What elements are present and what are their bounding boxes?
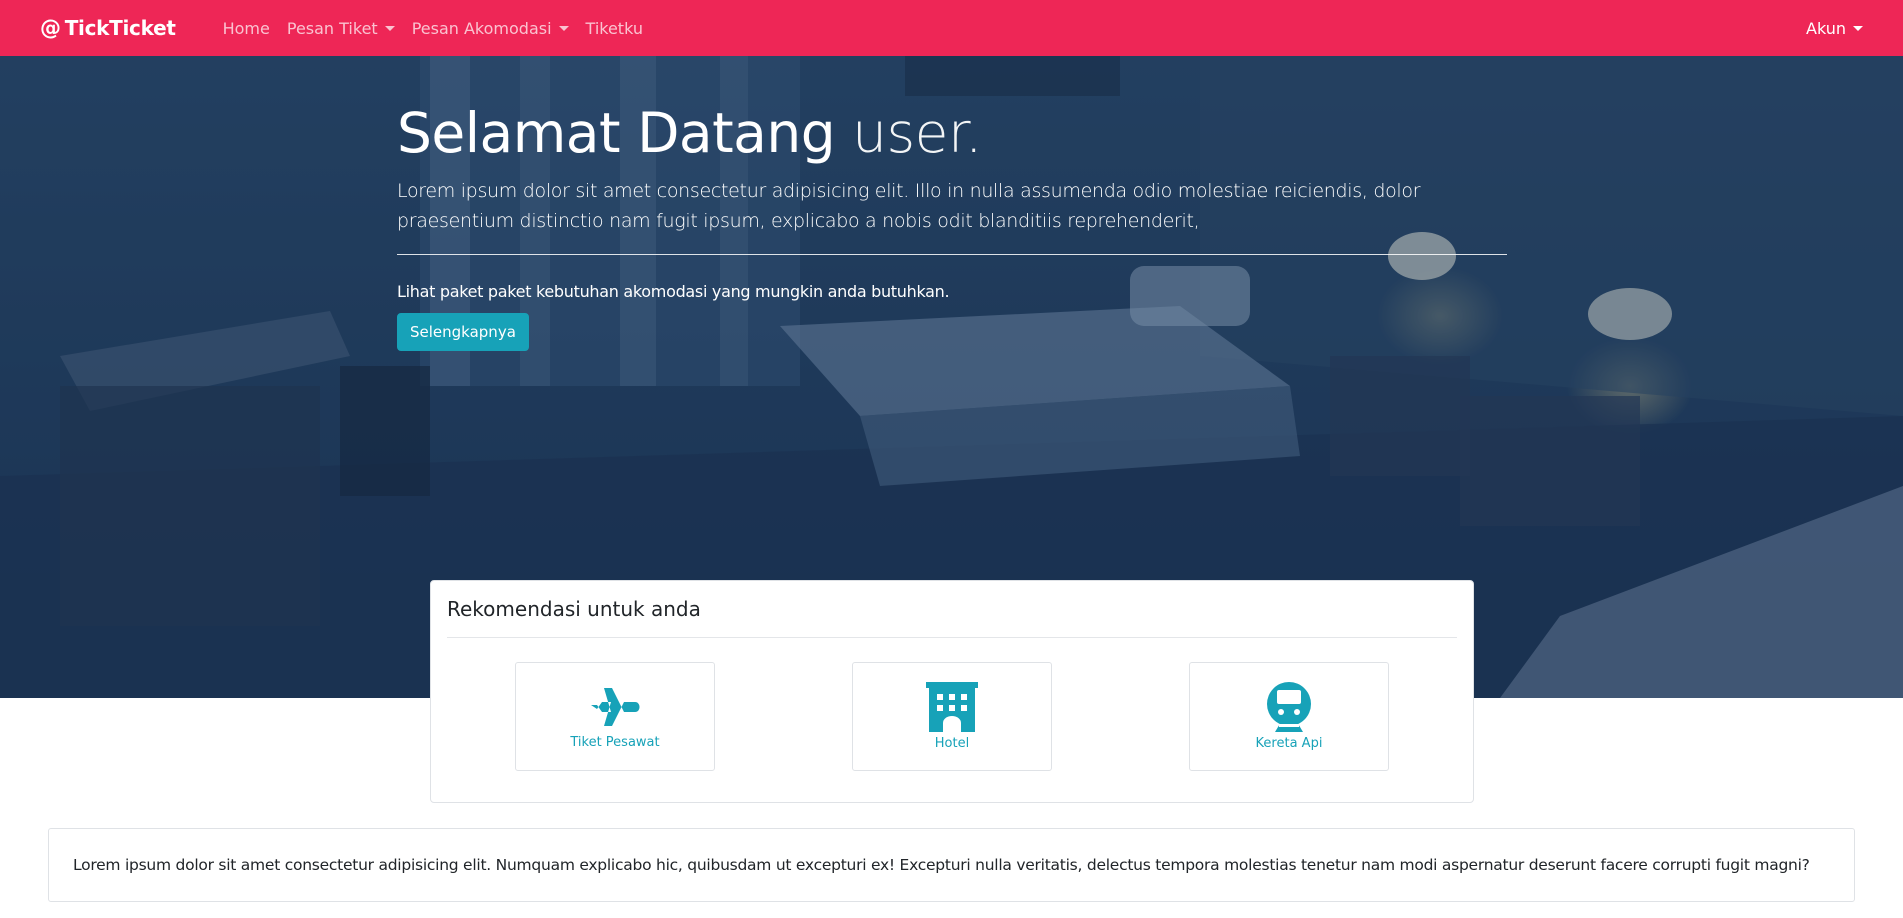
caret-down-icon bbox=[1853, 25, 1863, 31]
recommendation-title: Rekomendasi untuk anda bbox=[447, 597, 701, 621]
plane-icon bbox=[591, 688, 640, 726]
account-dropdown-label: Akun bbox=[1806, 18, 1846, 38]
tile-hotel[interactable]: Hotel bbox=[852, 662, 1052, 771]
tile-label: Hotel bbox=[934, 736, 970, 751]
recommendation-divider bbox=[447, 637, 1457, 638]
recommendation-card: Rekomendasi untuk anda Tiket Pesawat Hot… bbox=[430, 580, 1474, 803]
nav-link-home[interactable]: Home bbox=[223, 19, 270, 38]
nav-dropdown-pesan-tiket-label: Pesan Tiket bbox=[286, 18, 378, 38]
nav-right: Akun bbox=[1806, 19, 1863, 38]
hero-content: Selamat Datang user. Lorem ipsum dolor s… bbox=[397, 100, 1509, 351]
nav-link-tiketku[interactable]: Tiketku bbox=[586, 19, 643, 38]
hotel-icon bbox=[926, 682, 978, 732]
nav-dropdown-pesan-akomodasi[interactable]: Pesan Akomodasi bbox=[412, 19, 569, 38]
nav-link-tiketku-label: Tiketku bbox=[585, 18, 643, 38]
train-icon bbox=[1267, 682, 1311, 732]
info-card: Lorem ipsum dolor sit amet consectetur a… bbox=[48, 828, 1855, 902]
nav-dropdown-pesan-akomodasi-label: Pesan Akomodasi bbox=[411, 18, 552, 38]
navbar: @ TickTicket Home Pesan Tiket Pesan Akom… bbox=[0, 0, 1903, 56]
hero-lead-text: Lorem ipsum dolor sit amet consectetur a… bbox=[397, 180, 1421, 232]
hero-title: Selamat Datang user. bbox=[397, 100, 1509, 166]
brand-name: TickTicket bbox=[64, 16, 176, 40]
hero-divider bbox=[397, 254, 1507, 255]
tile-label: Kereta Api bbox=[1255, 736, 1323, 751]
nav-dropdown-pesan-tiket[interactable]: Pesan Tiket bbox=[287, 19, 395, 38]
tile-kereta-api[interactable]: Kereta Api bbox=[1189, 662, 1389, 771]
nav-link-home-label: Home bbox=[222, 18, 270, 38]
hero-title-user: user. bbox=[852, 101, 983, 165]
caret-down-icon bbox=[384, 25, 395, 31]
nav-links: Home Pesan Tiket Pesan Akomodasi Tiketku bbox=[223, 19, 660, 38]
caret-down-icon bbox=[558, 25, 569, 31]
tile-label: Tiket Pesawat bbox=[570, 735, 660, 750]
account-dropdown[interactable]: Akun bbox=[1806, 19, 1863, 38]
brand-logo[interactable]: @ TickTicket bbox=[40, 16, 176, 40]
tile-tiket-pesawat[interactable]: Tiket Pesawat bbox=[515, 662, 715, 771]
at-sign-icon: @ bbox=[40, 15, 61, 40]
hero-title-greeting: Selamat Datang bbox=[397, 101, 836, 165]
hero-subtext: Lihat paket paket kebutuhan akomodasi ya… bbox=[397, 282, 950, 301]
info-text: Lorem ipsum dolor sit amet consectetur a… bbox=[73, 856, 1810, 874]
selengkapnya-button[interactable]: Selengkapnya bbox=[397, 313, 529, 351]
